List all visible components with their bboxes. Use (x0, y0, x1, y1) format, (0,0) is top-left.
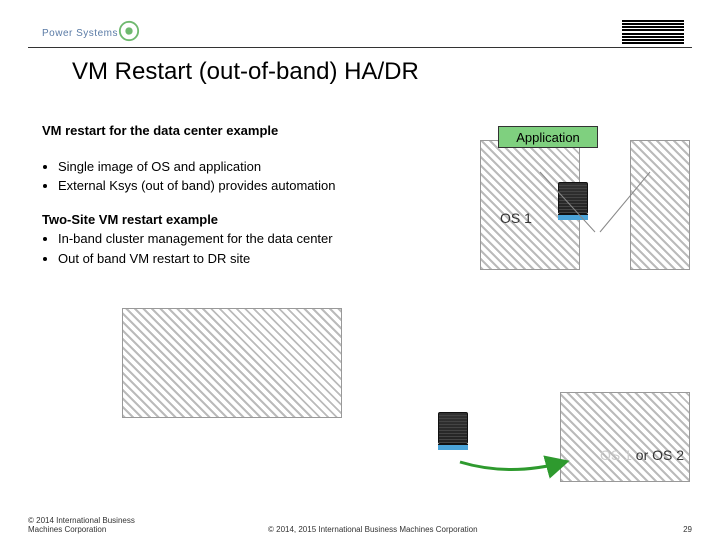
copyright-long: © 2014, 2015 International Business Mach… (268, 525, 478, 534)
diagram: Application OS 1 OS 1 or OS 2 (0, 122, 720, 502)
secondary-site-box (630, 140, 690, 270)
os-dr-fragment: or OS 2 (636, 447, 684, 463)
slide-title: VM Restart (out-of-band) HA/DR (72, 58, 419, 86)
slide: Power Systems VM Restart (out-of-band) H… (0, 0, 720, 540)
page-number: 29 (683, 525, 692, 534)
application-box: Application (498, 126, 598, 148)
os-dr-hidden: OS 1 (600, 447, 632, 463)
datacenter-cluster-box (122, 308, 342, 418)
ibm-logo-icon (622, 20, 684, 44)
copyright-short: © 2014 International Business Machines C… (28, 516, 168, 534)
brand-label: Power Systems (42, 28, 118, 39)
os-dr-label: OS 1 or OS 2 (600, 447, 684, 463)
dr-site-box (560, 392, 690, 482)
slide-header: Power Systems (28, 22, 692, 48)
server-icon (558, 182, 588, 220)
power-systems-mark-icon (118, 20, 140, 42)
application-label: Application (516, 130, 580, 145)
os-primary-label: OS 1 (500, 210, 532, 226)
server-icon (438, 412, 468, 450)
